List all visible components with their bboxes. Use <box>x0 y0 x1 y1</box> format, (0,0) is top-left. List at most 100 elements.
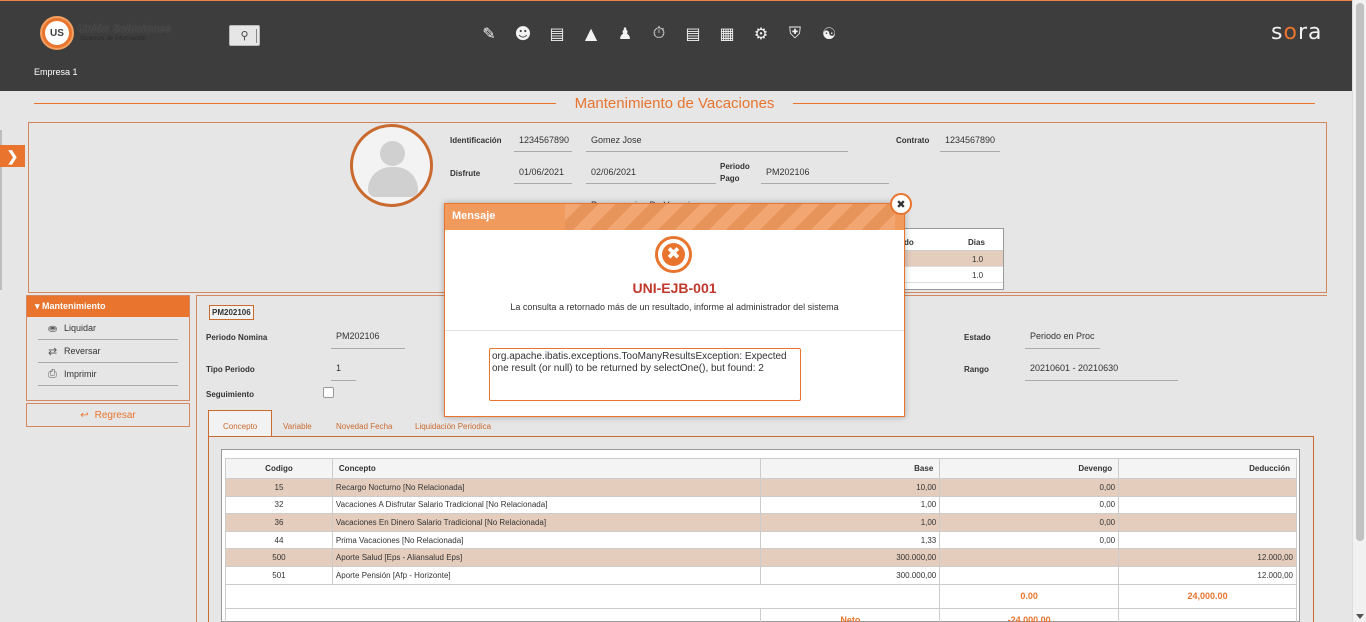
swap-icon: ⇄ <box>48 344 58 358</box>
cogs-icon[interactable]: ⚙ <box>750 23 772 43</box>
cell-deduccion <box>1118 495 1297 515</box>
estado-label: Estado <box>964 333 991 342</box>
dialog-separator <box>445 330 904 331</box>
security-icon[interactable]: ⛨ <box>784 23 806 43</box>
maintenance-menu: ▾ Mantenimiento ⛂ Liquidar ⇄ Reversar ⎙ … <box>26 295 190 401</box>
periodo-nomina-label: Periodo Nomina <box>206 333 268 342</box>
cell-codigo: 32 <box>225 495 333 515</box>
tab-concepto[interactable]: Concepto <box>208 410 273 437</box>
col-deduccion[interactable]: Deducción <box>1118 458 1297 479</box>
document-edit-icon[interactable]: ✎ <box>478 23 500 43</box>
neto-row: Neto -24,000.00 <box>224 607 1297 622</box>
identificacion-field[interactable]: 1234567890 <box>514 130 572 152</box>
caret-down-icon: ▾ <box>35 301 40 311</box>
contrato-field[interactable]: 1234567890 <box>940 130 1000 152</box>
presentation-icon[interactable]: ▦ <box>716 23 738 43</box>
cell-base: 10,00 <box>760 478 941 497</box>
top-bar: US Unión Soluciones Sistemas de Informac… <box>0 0 1352 91</box>
cell-concepto: Aporte Salud [Eps - Aliansalud Eps] <box>331 548 762 567</box>
close-icon: ✖ <box>896 197 906 211</box>
col-concepto[interactable]: Concepto <box>331 458 762 479</box>
col-base[interactable]: Base <box>760 458 941 479</box>
days-summary-table: do Dias 1.0 1.0 <box>897 228 1004 290</box>
cell-base: 1,00 <box>760 495 941 515</box>
table-row[interactable]: 500 Aporte Salud [Eps - Aliansalud Eps] … <box>225 548 1297 567</box>
table-row[interactable]: 32 Vacaciones A Disfrutar Salario Tradic… <box>225 495 1297 515</box>
maintenance-menu-header[interactable]: ▾ Mantenimiento <box>27 296 189 317</box>
liquidar-menu-item[interactable]: ⛂ Liquidar <box>38 317 178 340</box>
error-code: UNI-EJB-001 <box>632 280 717 296</box>
days-col-label: do <box>904 238 914 247</box>
seguimiento-checkbox[interactable] <box>323 387 334 398</box>
title-divider-left <box>34 103 556 104</box>
people-icon[interactable]: ♟ <box>614 23 636 43</box>
title-divider-right <box>793 103 1315 104</box>
error-x-glyph: ✖ <box>662 243 685 266</box>
cell-devengo <box>939 548 1120 567</box>
company-logo[interactable]: US Unión Soluciones Sistemas de Informac… <box>40 16 180 52</box>
person-settings-icon[interactable]: ☻ <box>512 23 534 43</box>
cell-codigo: 44 <box>225 530 333 550</box>
module-toolbar: ✎ ☻ ▤ ▲ ♟ ⏱ ▤ ▦ ⚙ ⛨ ☯ <box>478 23 840 45</box>
logo-initials: US <box>45 21 69 45</box>
imprimir-label: Imprimir <box>64 369 97 379</box>
org-chart-icon[interactable]: ▲ <box>580 23 602 43</box>
rango-field[interactable]: 20210601 - 20210630 <box>1025 358 1178 381</box>
periodo-pago-field[interactable]: PM202106 <box>761 162 889 184</box>
cell-concepto: Aporte Pensión [Afp - Horizonte] <box>331 565 762 585</box>
concept-table: Codigo Concepto Base Devengo Deducción 1… <box>224 458 1297 622</box>
scroll-down-arrow-icon[interactable] <box>1356 614 1364 619</box>
logo-company-subtitle: Sistemas de Información <box>80 36 147 42</box>
cell-concepto: Recargo Nocturno [No Relacionada] <box>331 478 762 497</box>
table-row[interactable]: 501 Aporte Pensión [Afp - Horizonte] 300… <box>225 565 1297 585</box>
error-dialog-header[interactable]: Mensaje <box>445 204 904 230</box>
liquidar-label: Liquidar <box>64 323 97 333</box>
cell-concepto: Vacaciones En Dinero Salario Tradicional… <box>331 513 762 532</box>
coins-icon: ⛂ <box>48 321 58 335</box>
disfrute-to-field[interactable]: 02/06/2021 <box>586 162 716 184</box>
close-dialog-button[interactable]: ✖ <box>890 193 912 215</box>
scrollbar-thumb[interactable] <box>1356 3 1364 541</box>
brand-logo: sora <box>1271 20 1322 45</box>
estado-field[interactable]: Periodo en Proc <box>1025 326 1100 349</box>
total-devengo: 0.00 <box>939 583 1120 609</box>
employee-name-field[interactable]: Gomez Jose <box>586 130 848 152</box>
error-detail-textarea[interactable]: org.apache.ibatis.exceptions.TooManyResu… <box>489 348 801 401</box>
brand-left: s <box>1271 20 1284 45</box>
period-badge: PM202106 <box>209 305 254 320</box>
report-icon[interactable]: ▤ <box>682 23 704 43</box>
reversar-menu-item[interactable]: ⇄ Reversar <box>38 340 178 363</box>
table-row[interactable]: 15 Recargo Nocturno [No Relacionada] 10,… <box>225 478 1297 497</box>
identificacion-label: Identificación <box>450 136 502 145</box>
brand-right: ra <box>1297 20 1323 45</box>
company-selector[interactable]: Empresa 1 <box>34 67 78 77</box>
page-scrollbar[interactable] <box>1352 0 1366 622</box>
brand-o: o <box>1283 20 1298 45</box>
cell-deduccion: 12.000,00 <box>1118 548 1297 567</box>
disfrute-from-field[interactable]: 01/06/2021 <box>514 162 572 184</box>
table-row[interactable]: 44 Prima Vacaciones [No Relacionada] 1,3… <box>225 530 1297 550</box>
cell-deduccion <box>1118 478 1297 497</box>
cell-codigo: 15 <box>225 478 333 497</box>
periodo-nomina-field[interactable]: PM202106 <box>331 326 405 349</box>
avatar-body <box>368 167 418 197</box>
cell-codigo: 36 <box>225 513 333 532</box>
search-button[interactable]: ⚲ <box>229 25 260 46</box>
gift-icon[interactable]: ▤ <box>546 23 568 43</box>
team-icon[interactable]: ☯ <box>818 23 840 43</box>
expand-sidebar-button[interactable]: ❯ <box>0 145 25 167</box>
timer-icon[interactable]: ⏱ <box>648 23 670 43</box>
regresar-button[interactable]: ↩ Regresar <box>26 403 190 427</box>
table-row[interactable]: 36 Vacaciones En Dinero Salario Tradicio… <box>225 513 1297 532</box>
cell-deduccion <box>1118 513 1297 532</box>
col-codigo[interactable]: Codigo <box>225 458 333 479</box>
concept-table-container: Codigo Concepto Base Devengo Deducción 1… <box>221 449 1300 622</box>
imprimir-menu-item[interactable]: ⎙ Imprimir <box>38 363 178 386</box>
neto-spacer <box>224 607 762 622</box>
tipo-periodo-field[interactable]: 1 <box>331 358 356 381</box>
col-devengo[interactable]: Devengo <box>939 458 1120 479</box>
total-deduccion: 24,000.00 <box>1118 583 1297 609</box>
cell-deduccion <box>1118 530 1297 550</box>
error-dialog: Mensaje ✖ UNI-EJB-001 La consulta a reto… <box>444 203 905 417</box>
days-col-dias: Dias <box>968 238 985 247</box>
